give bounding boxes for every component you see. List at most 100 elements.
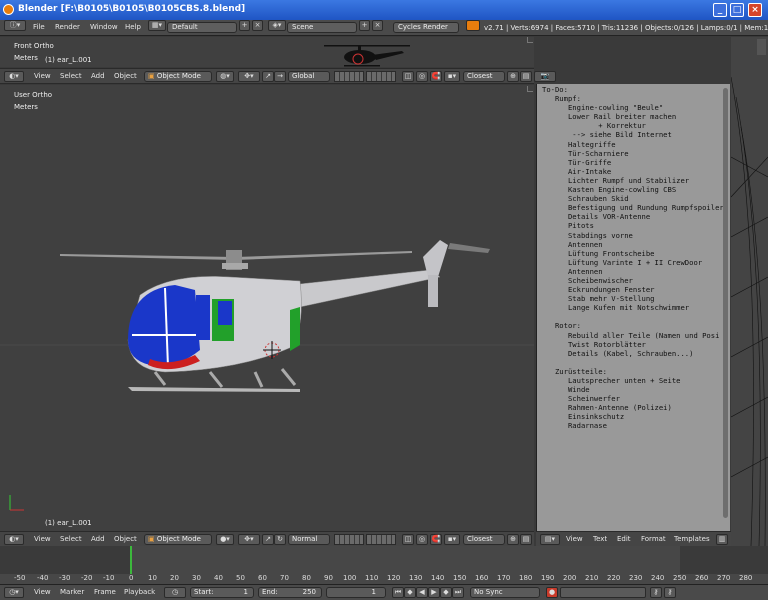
preview-range-icon[interactable]: ◷	[164, 587, 186, 598]
scene-remove-icon[interactable]: ×	[372, 20, 383, 31]
sync-select[interactable]: No Sync	[470, 587, 540, 598]
layout-icon[interactable]: ▦▾	[148, 20, 166, 31]
todo-text[interactable]: To-Do: Rumpf: Engine-cowling "Beule" Low…	[542, 85, 724, 431]
snap-element-icon[interactable]: ▪▾	[444, 71, 460, 82]
menu-object[interactable]: Object	[114, 535, 137, 543]
layout-select[interactable]: Default	[167, 22, 237, 33]
tick-label: 160	[475, 574, 489, 582]
area-corner-icon[interactable]	[527, 37, 533, 43]
prev-keyframe-icon[interactable]: ◆	[404, 587, 416, 598]
pivot-icon[interactable]: ✥▾	[238, 71, 260, 82]
keying-set-field[interactable]	[560, 587, 646, 598]
menu-add[interactable]: Add	[91, 72, 105, 80]
menu-frame[interactable]: Frame	[94, 588, 116, 596]
snap-target-select[interactable]: Closest	[463, 534, 505, 545]
next-keyframe-icon[interactable]: ◆	[440, 587, 452, 598]
layers-grid[interactable]	[334, 534, 364, 545]
front-ortho-viewport[interactable]: Front Ortho Meters (1) ear_L.001	[0, 37, 534, 67]
menu-select[interactable]: Select	[60, 535, 82, 543]
start-frame-field[interactable]: Start: 1	[190, 587, 254, 598]
current-frame-field[interactable]: 1	[326, 587, 386, 598]
tick-label: 30	[192, 574, 201, 582]
menu-file[interactable]: File	[33, 23, 45, 31]
manipulator-icon[interactable]: ↗	[262, 71, 274, 82]
camera-icon[interactable]: 📷	[534, 71, 556, 82]
layers-grid[interactable]	[334, 71, 364, 82]
proportional-edit-icon[interactable]: ◎	[416, 71, 428, 82]
menu-edit[interactable]: Edit	[617, 535, 631, 543]
layout-add-icon[interactable]: +	[239, 20, 250, 31]
jump-end-icon[interactable]: ⏭	[452, 587, 464, 598]
scene-select[interactable]: Scene	[287, 22, 357, 33]
layers-grid-2[interactable]	[366, 534, 396, 545]
jump-start-icon[interactable]: ⏮	[392, 587, 404, 598]
editor-type-icon[interactable]: ◐▾	[4, 534, 24, 545]
shading-icon[interactable]: ◍▾	[216, 71, 234, 82]
editor-type-icon[interactable]: ◷▾	[4, 587, 24, 598]
delete-keyframe-icon[interactable]: ⚷	[664, 587, 676, 598]
current-frame-marker[interactable]	[130, 546, 132, 574]
editor-type-icon[interactable]: ▤▾	[540, 534, 560, 545]
layers-grid-2[interactable]	[366, 71, 396, 82]
lock-layers-icon[interactable]: ◫	[402, 71, 414, 82]
mode-select[interactable]: ▣ Object Mode	[144, 534, 212, 545]
editor-type-icon[interactable]: ⓘ▾	[4, 20, 26, 31]
text-scrollbar[interactable]	[723, 88, 728, 518]
mode-select[interactable]: ▣ Object Mode	[144, 71, 212, 82]
minimize-button[interactable]: _	[713, 3, 727, 17]
shading-icon[interactable]: ●▾	[216, 534, 234, 545]
render-preview-icon[interactable]: ▤	[520, 71, 532, 82]
rotate-icon[interactable]: ↻	[274, 534, 286, 545]
orientation-select[interactable]: Normal	[288, 534, 330, 545]
menu-playback[interactable]: Playback	[124, 588, 155, 596]
wireframe-viewport[interactable]	[731, 37, 768, 546]
snap-icon[interactable]: 🧲	[430, 71, 442, 82]
menu-marker[interactable]: Marker	[60, 588, 84, 596]
menu-view[interactable]: View	[566, 535, 583, 543]
timeline-area[interactable]: -50 -40 -30 -20 -10 0 10 20 30 40 50 60 …	[0, 546, 768, 584]
lock-layers-icon[interactable]: ◫	[402, 534, 414, 545]
menu-add[interactable]: Add	[91, 535, 105, 543]
insert-keyframe-icon[interactable]: ⚷	[650, 587, 662, 598]
scene-add-icon[interactable]: +	[359, 20, 370, 31]
menu-object[interactable]: Object	[114, 72, 137, 80]
editor-type-icon[interactable]: ◐▾	[4, 71, 24, 82]
menu-templates[interactable]: Templates	[674, 535, 710, 543]
menu-select[interactable]: Select	[60, 72, 82, 80]
record-icon[interactable]: ●	[546, 587, 558, 598]
align-rotation-icon[interactable]: ⊕	[507, 534, 519, 545]
mode-label: Object Mode	[156, 72, 201, 80]
snap-target-select[interactable]: Closest	[463, 71, 505, 82]
window-titlebar: Blender [F:\B0105\B0105\B0105CBS.8.blend…	[0, 0, 768, 20]
scene-icon[interactable]: ◈▾	[268, 20, 286, 31]
menu-format[interactable]: Format	[641, 535, 666, 543]
pivot-icon[interactable]: ✥▾	[238, 534, 260, 545]
start-label: Start:	[194, 588, 214, 596]
snap-icon[interactable]: 🧲	[430, 534, 442, 545]
proportional-edit-icon[interactable]: ◎	[416, 534, 428, 545]
menu-view[interactable]: View	[34, 535, 51, 543]
menu-view[interactable]: View	[34, 72, 51, 80]
play-reverse-icon[interactable]: ◀	[416, 587, 428, 598]
maximize-button[interactable]: □	[730, 3, 744, 17]
translate-icon[interactable]: →	[274, 71, 286, 82]
tick-label: 40	[214, 574, 223, 582]
menu-help[interactable]: Help	[125, 23, 141, 31]
menu-view[interactable]: View	[34, 588, 51, 596]
menu-window[interactable]: Window	[90, 23, 118, 31]
align-rotation-icon[interactable]: ⊕	[507, 71, 519, 82]
text-editor[interactable]: To-Do: Rumpf: Engine-cowling "Beule" Low…	[536, 84, 730, 532]
layout-remove-icon[interactable]: ×	[252, 20, 263, 31]
menu-text[interactable]: Text	[593, 535, 607, 543]
menu-render[interactable]: Render	[55, 23, 80, 31]
render-preview-icon[interactable]: ▤	[520, 534, 532, 545]
user-ortho-viewport[interactable]: User Ortho Meters (1) ear_L.001	[0, 85, 534, 532]
orientation-select[interactable]: Global	[288, 71, 330, 82]
text-datablock-icon[interactable]: ▥	[716, 534, 728, 545]
manipulator-icon[interactable]: ↗	[262, 534, 274, 545]
render-engine-select[interactable]: Cycles Render	[393, 22, 459, 33]
snap-element-icon[interactable]: ▪▾	[444, 534, 460, 545]
end-frame-field[interactable]: End: 250	[258, 587, 322, 598]
close-button[interactable]: ×	[748, 3, 762, 17]
play-icon[interactable]: ▶	[428, 587, 440, 598]
